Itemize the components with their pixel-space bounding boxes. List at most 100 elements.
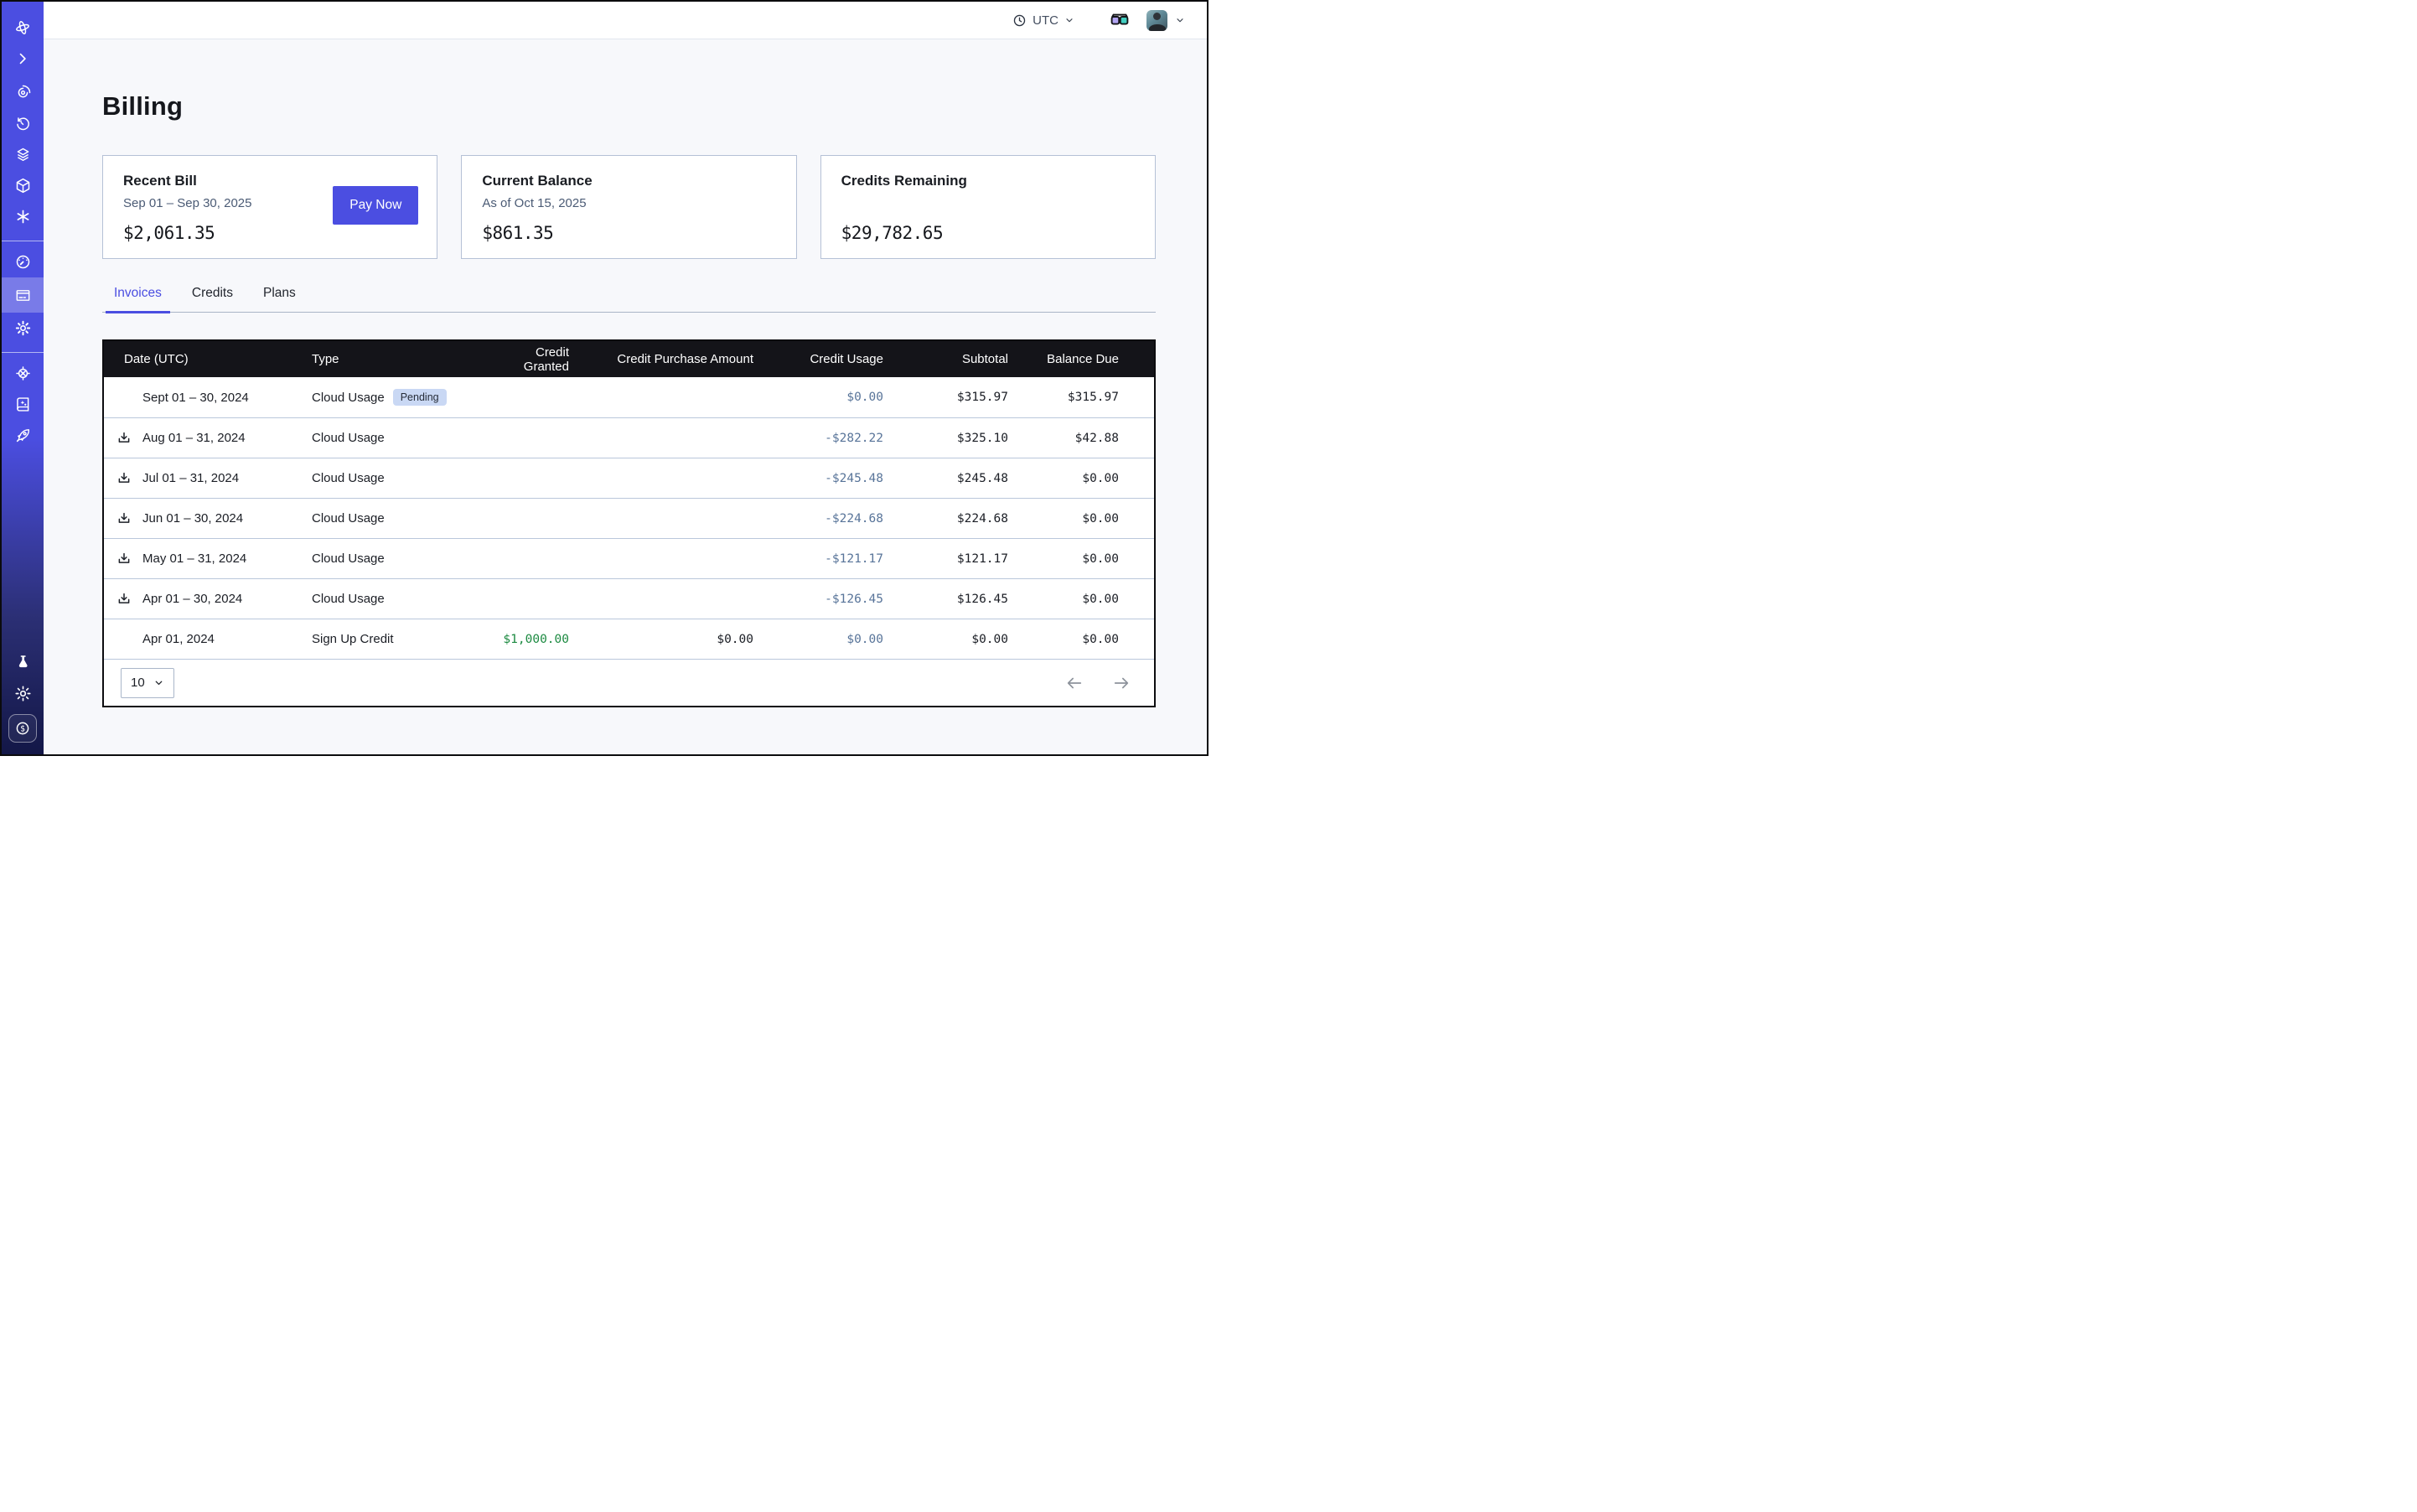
credit-usage-value: $0.00 <box>774 391 900 404</box>
card-subtitle: As of Oct 15, 2025 <box>482 196 775 211</box>
download-invoice-button[interactable] <box>116 551 132 567</box>
flask-icon[interactable] <box>2 647 44 678</box>
invoice-date: Aug 01 – 31, 2024 <box>142 431 246 445</box>
invoice-date: May 01 – 31, 2024 <box>142 551 246 566</box>
theater-mode-button[interactable] <box>1108 11 1131 29</box>
credits-remaining-card: Credits Remaining $29,782.65 <box>820 155 1156 259</box>
subtotal-value: $126.45 <box>900 593 1022 606</box>
download-icon <box>116 431 132 446</box>
invoice-date: Sept 01 – 30, 2024 <box>142 391 249 405</box>
col-header-date: Date (UTC) <box>104 352 305 366</box>
account-menu-button[interactable] <box>1145 8 1187 33</box>
svg-text:$: $ <box>20 724 25 733</box>
credit-usage-value: -$282.22 <box>774 432 900 445</box>
invoice-type: Cloud Usage <box>312 551 385 566</box>
table-row: Jul 01 – 31, 2024 Cloud Usage -$245.48 $… <box>104 458 1154 498</box>
table-row: Apr 01, 2024 Sign Up Credit $1,000.00 $0… <box>104 619 1154 659</box>
current-balance-amount: $861.35 <box>482 223 775 243</box>
sidebar-divider <box>2 352 44 353</box>
sidebar: $ <box>2 2 44 754</box>
collapse-chevron-icon[interactable] <box>2 43 44 74</box>
table-row: May 01 – 31, 2024 Cloud Usage -$121.17 $… <box>104 538 1154 578</box>
timer-history-icon[interactable] <box>2 108 44 139</box>
col-header-balance-due: Balance Due <box>1022 352 1157 366</box>
download-icon <box>116 511 132 526</box>
pay-now-button[interactable]: Pay Now <box>333 186 418 225</box>
card-title: Current Balance <box>482 173 775 189</box>
3d-glasses-icon <box>1110 13 1130 28</box>
recent-bill-amount: $2,061.35 <box>123 223 417 243</box>
rocket-icon[interactable] <box>2 420 44 451</box>
modal-logo-icon[interactable] <box>2 12 44 43</box>
live-monitor-icon[interactable] <box>2 77 44 108</box>
invoice-type: Sign Up Credit <box>312 632 394 646</box>
invoice-table-body: Sept 01 – 30, 2024 Cloud Usage Pending $… <box>104 377 1154 659</box>
next-page-button[interactable] <box>1110 672 1132 694</box>
chevron-down-icon <box>1175 15 1185 25</box>
main-content: Billing Recent Bill Sep 01 – Sep 30, 202… <box>44 39 1207 754</box>
table-header: Date (UTC) Type Credit Granted Credit Pu… <box>104 341 1154 377</box>
download-invoice-button[interactable] <box>116 470 132 487</box>
credits-dollar-badge-button[interactable]: $ <box>8 714 37 743</box>
download-invoice-button[interactable] <box>116 591 132 608</box>
helm-wheel-icon[interactable] <box>2 358 44 389</box>
billing-card-icon <box>14 287 32 304</box>
tab-credits[interactable]: Credits <box>187 281 238 312</box>
docs-book-icon[interactable] <box>2 389 44 420</box>
col-header-credit-purchase: Credit Purchase Amount <box>594 352 774 366</box>
dollar-seal-icon: $ <box>13 719 32 738</box>
invoice-type: Cloud Usage <box>312 511 385 526</box>
timezone-selector[interactable]: UTC <box>1011 10 1076 31</box>
table-footer: 10 <box>104 659 1154 706</box>
app-window: $ UTC <box>0 0 1208 756</box>
download-icon <box>116 471 132 486</box>
invoice-date: Apr 01 – 30, 2024 <box>142 592 242 606</box>
chevron-down-icon <box>153 677 164 688</box>
recent-bill-card: Recent Bill Sep 01 – Sep 30, 2025 $2,061… <box>102 155 437 259</box>
theme-sun-icon[interactable] <box>2 678 44 709</box>
download-icon <box>116 592 132 607</box>
arrow-right-icon <box>1112 674 1131 692</box>
credit-usage-value: -$224.68 <box>774 512 900 526</box>
invoice-date: Apr 01, 2024 <box>142 632 215 646</box>
table-row: Sept 01 – 30, 2024 Cloud Usage Pending $… <box>104 377 1154 417</box>
credit-usage-value: -$126.45 <box>774 593 900 606</box>
credit-usage-value: $0.00 <box>774 633 900 646</box>
previous-page-button[interactable] <box>1064 672 1085 694</box>
billing-tabs: Invoices Credits Plans <box>102 281 1156 313</box>
page-size-select[interactable]: 10 <box>121 668 174 698</box>
balance-due-value: $0.00 <box>1022 593 1157 606</box>
tab-invoices[interactable]: Invoices <box>109 281 167 312</box>
package-cube-icon[interactable] <box>2 170 44 201</box>
sidebar-item-billing[interactable] <box>2 277 44 313</box>
clock-icon <box>1012 13 1027 28</box>
asterisk-icon[interactable] <box>2 201 44 232</box>
page-title: Billing <box>102 91 1156 122</box>
usage-gauge-icon[interactable] <box>2 246 44 277</box>
download-invoice-button[interactable] <box>116 510 132 527</box>
col-header-credit-usage: Credit Usage <box>774 352 900 366</box>
invoice-type: Cloud Usage <box>312 391 385 405</box>
chevron-down-icon <box>1064 15 1074 25</box>
subtotal-value: $325.10 <box>900 432 1022 445</box>
subtotal-value: $0.00 <box>900 633 1022 646</box>
table-row: Apr 01 – 30, 2024 Cloud Usage -$126.45 $… <box>104 578 1154 619</box>
download-icon <box>116 551 132 567</box>
invoice-type: Cloud Usage <box>312 592 385 606</box>
col-header-credit-granted: Credit Granted <box>498 345 594 374</box>
invoice-type: Cloud Usage <box>312 431 385 445</box>
tab-plans[interactable]: Plans <box>258 281 301 312</box>
balance-due-value: $0.00 <box>1022 512 1157 526</box>
pagination-controls <box>1064 672 1132 694</box>
settings-gear-icon[interactable] <box>2 313 44 344</box>
col-header-type: Type <box>305 352 498 366</box>
topbar: UTC <box>44 2 1207 39</box>
billing-summary-cards: Recent Bill Sep 01 – Sep 30, 2025 $2,061… <box>102 155 1156 259</box>
status-badge: Pending <box>393 389 447 406</box>
download-invoice-button[interactable] <box>116 430 132 447</box>
layers-icon[interactable] <box>2 139 44 170</box>
page-size-value: 10 <box>131 676 145 690</box>
credit-usage-value: -$245.48 <box>774 472 900 485</box>
credit-granted-value: $1,000.00 <box>498 633 594 646</box>
balance-due-value: $0.00 <box>1022 472 1157 485</box>
